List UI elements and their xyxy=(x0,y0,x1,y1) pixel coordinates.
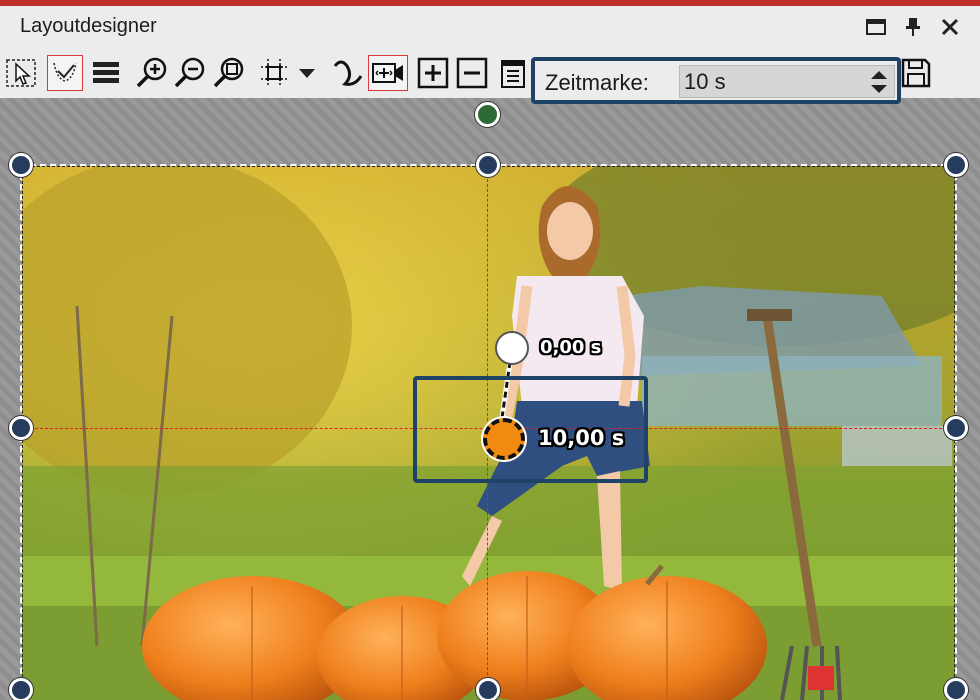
layers-button[interactable] xyxy=(89,56,123,90)
grid-icon xyxy=(261,59,289,87)
resize-handle-bottom[interactable] xyxy=(476,678,500,700)
timestamp-input[interactable]: 10 s xyxy=(679,65,895,98)
curve-button[interactable] xyxy=(330,56,364,90)
resize-handle-top[interactable] xyxy=(476,153,500,177)
select-icon xyxy=(6,59,36,87)
save-button[interactable] xyxy=(899,56,933,90)
grid-button[interactable] xyxy=(258,56,292,90)
select-tool-button[interactable] xyxy=(4,56,38,90)
zoom-in-button[interactable] xyxy=(135,56,169,90)
pin-icon xyxy=(906,18,920,36)
close-icon xyxy=(941,18,959,36)
save-icon xyxy=(901,58,931,88)
keyframe-end-marker[interactable] xyxy=(483,418,525,460)
curve-icon xyxy=(333,60,363,86)
keyframe-end-label: 10,00 s xyxy=(538,426,625,450)
maximize-icon xyxy=(866,19,886,35)
keyframe-list-icon xyxy=(501,60,525,88)
timestamp-label: Zeitmarke: xyxy=(545,70,649,95)
path-edit-tool-button[interactable] xyxy=(47,55,83,91)
window-title: Layoutdesigner xyxy=(20,15,157,37)
keyframe-start-marker[interactable] xyxy=(495,331,529,365)
resize-handle-top-right[interactable] xyxy=(944,153,968,177)
remove-button[interactable] xyxy=(455,56,489,90)
timestamp-control: Zeitmarke: 10 s xyxy=(531,57,901,104)
resize-handle-top-left[interactable] xyxy=(9,153,33,177)
resize-handle-bottom-right[interactable] xyxy=(944,678,968,700)
camera-keyframe-icon xyxy=(372,63,403,83)
dropdown-icon xyxy=(299,69,315,78)
timestamp-value: 10 s xyxy=(684,69,726,94)
add-button[interactable] xyxy=(416,56,450,90)
zoom-in-icon xyxy=(136,57,167,88)
keyframe-start-label: 0,00 s xyxy=(540,337,602,358)
add-icon xyxy=(417,57,449,89)
spinner-icon[interactable] xyxy=(868,67,890,97)
close-button[interactable] xyxy=(937,14,963,40)
maximize-button[interactable] xyxy=(863,14,889,40)
resize-handle-bottom-left[interactable] xyxy=(9,678,33,700)
pin-button[interactable] xyxy=(900,14,926,40)
camera-keyframe-button[interactable] xyxy=(368,55,408,91)
resize-handle-right[interactable] xyxy=(944,416,968,440)
resize-handle-left[interactable] xyxy=(9,416,33,440)
path-edit-icon xyxy=(53,62,77,82)
zoom-out-button[interactable] xyxy=(173,56,207,90)
keyframe-list-button[interactable] xyxy=(498,56,528,90)
zoom-out-icon xyxy=(174,57,205,88)
zoom-fit-button[interactable] xyxy=(212,56,246,90)
grid-dropdown-button[interactable] xyxy=(292,56,322,90)
remove-icon xyxy=(456,57,488,89)
zoom-fit-icon xyxy=(213,57,244,88)
rotate-handle[interactable] xyxy=(475,102,500,127)
title-bar: Layoutdesigner xyxy=(0,6,980,48)
layers-icon xyxy=(93,62,119,83)
